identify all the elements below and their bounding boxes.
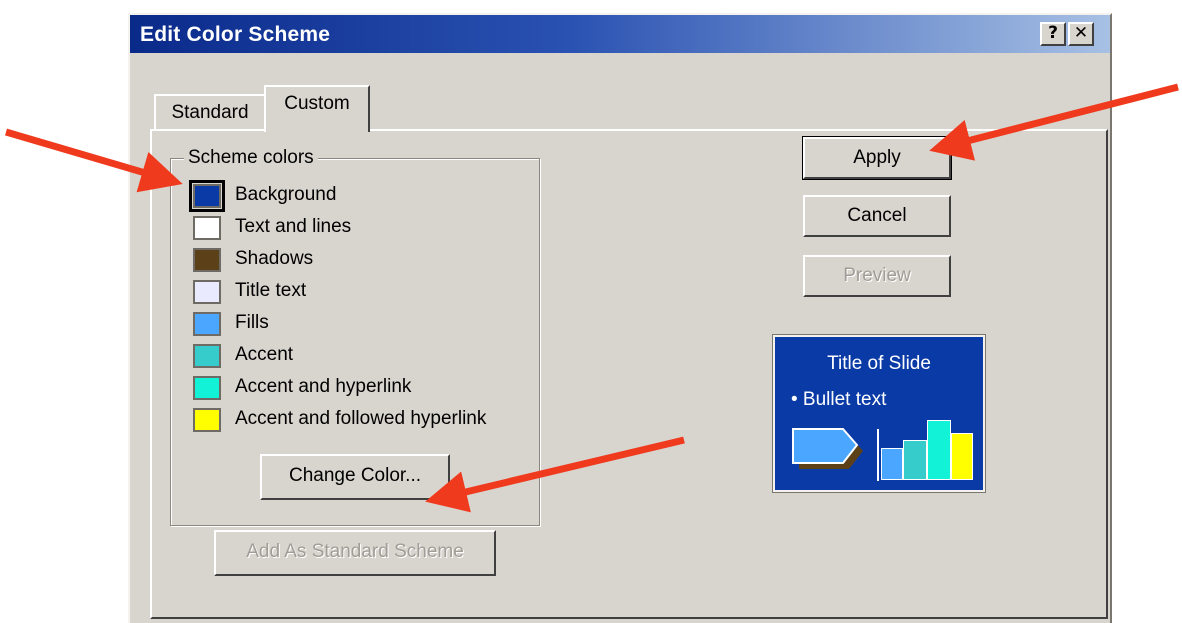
scheme-preview: Title of Slide • Bullet text (772, 334, 986, 493)
swatch-fills[interactable] (193, 312, 221, 336)
preview-bar-accent (903, 440, 927, 480)
help-button[interactable]: ? (1040, 22, 1066, 46)
edit-color-scheme-dialog: Edit Color Scheme ? ✕ Standard Custom Sc… (128, 13, 1112, 623)
tab-custom[interactable]: Custom (264, 85, 370, 132)
preview-bar-fills (881, 448, 903, 480)
preview-arrow-shape (792, 428, 863, 469)
preview-slide-title: Title of Slide (827, 353, 931, 374)
preview-bar-accent-hyperlink (927, 420, 951, 480)
apply-button[interactable]: Apply (802, 136, 952, 180)
scheme-colors-label: Scheme colors (184, 147, 318, 169)
swatch-title-text[interactable] (193, 280, 221, 304)
add-as-standard-scheme-button[interactable]: Add As Standard Scheme (214, 530, 496, 576)
close-button[interactable]: ✕ (1068, 22, 1094, 46)
tab-standard[interactable]: Standard (154, 94, 266, 130)
swatch-shadows[interactable] (193, 248, 221, 272)
preview-bar-followed-hyperlink (951, 433, 973, 480)
color-label-accent-and-followed-hyperlink[interactable]: Accent and followed hyperlink (235, 408, 486, 430)
dialog-title: Edit Color Scheme (140, 23, 331, 46)
cancel-button[interactable]: Cancel (803, 195, 951, 237)
swatch-accent-and-hyperlink[interactable] (193, 376, 221, 400)
color-label-accent-and-hyperlink[interactable]: Accent and hyperlink (235, 376, 411, 398)
color-label-text-and-lines[interactable]: Text and lines (235, 216, 351, 238)
title-bar: Edit Color Scheme ? ✕ (130, 15, 1110, 53)
color-label-fills[interactable]: Fills (235, 312, 269, 334)
color-label-shadows[interactable]: Shadows (235, 248, 313, 270)
color-label-background[interactable]: Background (235, 184, 336, 206)
color-label-title-text[interactable]: Title text (235, 280, 306, 302)
swatch-accent-and-followed-hyperlink[interactable] (193, 408, 221, 432)
swatch-background[interactable] (189, 180, 225, 212)
color-label-accent[interactable]: Accent (235, 344, 293, 366)
preview-bullet-text: • Bullet text (791, 389, 887, 410)
preview-button[interactable]: Preview (803, 255, 951, 297)
swatch-text-and-lines[interactable] (193, 216, 221, 240)
preview-chart-axis (877, 429, 879, 481)
swatch-accent[interactable] (193, 344, 221, 368)
change-color-button[interactable]: Change Color... (260, 454, 450, 500)
